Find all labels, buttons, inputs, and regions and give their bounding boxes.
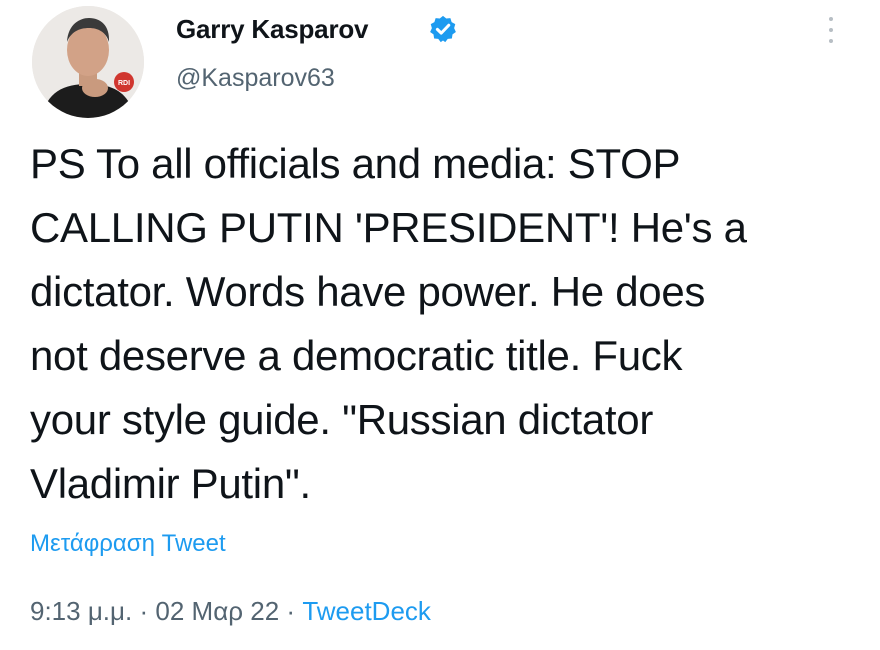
more-options-icon[interactable] [820, 10, 842, 50]
translate-tweet-link[interactable]: Μετάφραση Tweet [30, 530, 226, 558]
tweet-time[interactable]: 9:13 μ.μ. [30, 596, 132, 626]
tweet-date[interactable]: 02 Μαρ 22 [155, 596, 279, 626]
author-avatar[interactable]: RDI [32, 6, 144, 118]
tweet-text: PS To all officials and media: STOP CALL… [30, 140, 747, 507]
meta-separator: · [139, 596, 149, 626]
avatar-badge-text: RDI [118, 80, 130, 87]
author-display-name[interactable]: Garry Kasparov [176, 14, 369, 45]
verified-badge-icon [430, 15, 456, 43]
author-handle[interactable]: @Kasparov63 [176, 64, 335, 93]
tweet-card: RDI Garry Kasparov @Kasparov63 PS To all… [0, 0, 880, 650]
tweet-metadata: 9:13 μ.μ. · 02 Μαρ 22 · TweetDeck [30, 596, 431, 627]
meta-separator: · [286, 596, 296, 626]
tweet-source-link[interactable]: TweetDeck [302, 596, 431, 626]
